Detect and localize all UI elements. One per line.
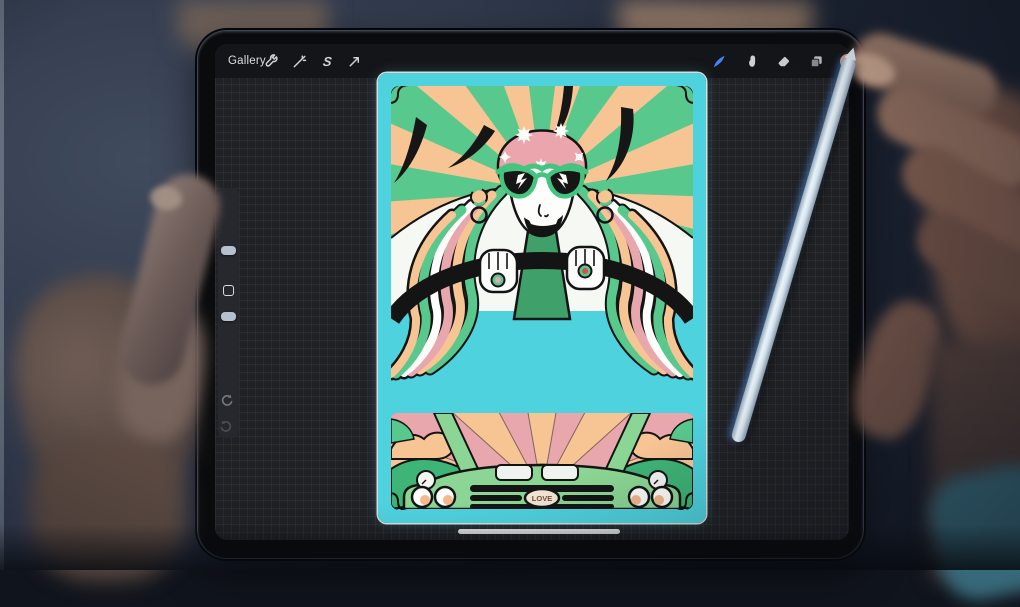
smudge-finger-icon bbox=[745, 54, 760, 69]
modify-button[interactable] bbox=[223, 285, 234, 296]
wrench-icon bbox=[264, 54, 279, 69]
brush-button[interactable] bbox=[708, 50, 730, 72]
home-indicator[interactable] bbox=[458, 529, 620, 534]
canvas-artwork: LOVE bbox=[378, 73, 706, 523]
magic-wand-icon bbox=[292, 54, 307, 69]
redo-button[interactable] bbox=[218, 418, 235, 435]
smudge-button[interactable] bbox=[741, 50, 763, 72]
layers-button[interactable] bbox=[805, 50, 827, 72]
selection-button[interactable]: S bbox=[316, 50, 338, 72]
eraser-button[interactable] bbox=[773, 50, 795, 72]
layers-icon bbox=[809, 54, 824, 69]
eraser-icon bbox=[777, 54, 792, 69]
transform-button[interactable] bbox=[343, 50, 365, 72]
brush-icon bbox=[712, 54, 727, 69]
brush-size-slider[interactable] bbox=[221, 246, 236, 255]
car-badge-text: LOVE bbox=[532, 494, 552, 503]
adjustments-button[interactable] bbox=[288, 50, 310, 72]
move-arrow-icon bbox=[347, 54, 362, 69]
actions-button[interactable] bbox=[260, 50, 282, 72]
undo-button[interactable] bbox=[218, 392, 235, 409]
app-screen: Gallery S bbox=[215, 44, 849, 540]
undo-icon bbox=[218, 392, 235, 409]
frame-edge-highlight bbox=[0, 0, 4, 570]
selection-s-icon: S bbox=[322, 54, 333, 69]
drawing-canvas[interactable]: LOVE bbox=[378, 73, 706, 523]
opacity-slider[interactable] bbox=[221, 312, 236, 321]
redo-icon bbox=[218, 418, 235, 435]
